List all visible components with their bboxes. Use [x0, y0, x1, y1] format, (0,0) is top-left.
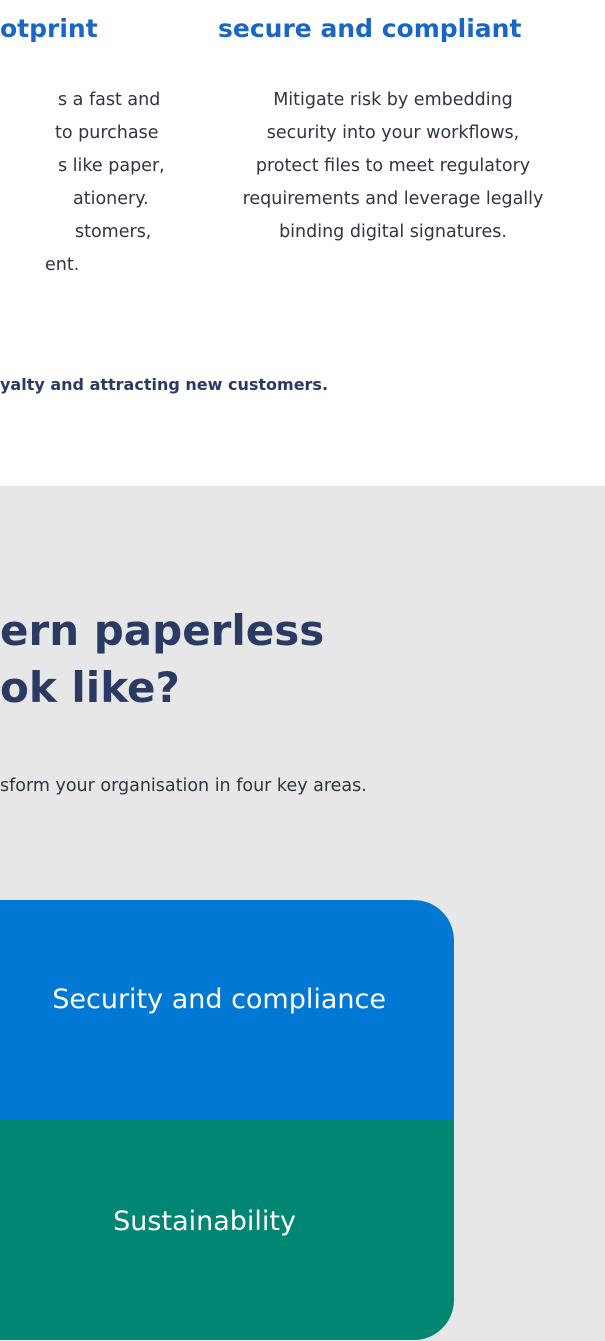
card-sustainability[interactable]: Sustainability [0, 1120, 454, 1340]
left-text-line: s a fast and [58, 90, 161, 110]
grey-section: ern paperless ok like? sform your organi… [0, 486, 605, 1341]
card-label: Sustainability [113, 1206, 296, 1237]
left-column-text: s a fast and to purchase s like paper, a… [0, 84, 165, 282]
right-text-line: Mitigate risk by embedding [273, 90, 513, 110]
section-title-line: ern paperless [0, 606, 325, 655]
section-subtext: sform your organisation in four key area… [0, 776, 367, 796]
right-text-line: protect files to meet regulatory [255, 156, 531, 176]
left-text-line: ationery. [73, 189, 149, 209]
section-title-line: ok like? [0, 663, 180, 712]
right-column-text: Mitigate risk by embedding security into… [200, 84, 586, 249]
right-text-line: security into your workflows, [266, 123, 520, 143]
right-text-line: binding digital signatures. [279, 222, 507, 242]
left-text-line: ent. [45, 255, 80, 275]
right-column-heading: secure and compliant [218, 14, 522, 43]
section-title: ern paperless ok like? [0, 602, 324, 716]
key-areas-cards: Security and compliance Sustainability [0, 900, 454, 1340]
tagline: yalty and attracting new customers. [0, 375, 329, 394]
right-text-line: requirements and leverage legally [242, 189, 544, 209]
left-column-heading: otprint [0, 14, 98, 43]
left-text-line: stomers, [75, 222, 152, 242]
left-text-line: s like paper, [58, 156, 165, 176]
card-label: Security and compliance [52, 984, 386, 1015]
card-security-compliance[interactable]: Security and compliance [0, 900, 454, 1120]
page: otprint secure and compliant s a fast an… [0, 0, 605, 1341]
left-text-line: to purchase [55, 123, 159, 143]
